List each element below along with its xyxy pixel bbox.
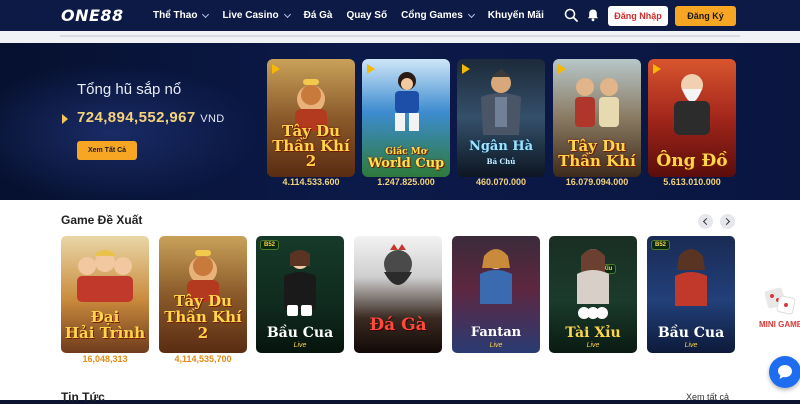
jackpot-game-card[interactable]: Giấc Mơ World Cup	[362, 59, 450, 177]
jackpot-amount: 724,894,552,967 VND	[77, 109, 225, 126]
dealer-icon	[284, 250, 316, 310]
jackpot-game-value: 16.079.094.000	[565, 177, 629, 187]
recommended-games-section: Game Đề Xuất Đại Hải Trình 16,048,313 Tây…	[0, 200, 800, 404]
play-icon	[367, 64, 375, 74]
game-card[interactable]: B52 Bầu Cua Live	[256, 236, 344, 353]
chevron-down-icon	[467, 10, 475, 18]
bell-icon[interactable]	[586, 8, 600, 22]
brand-logo[interactable]: ONE88	[61, 6, 124, 25]
nav-item-khuyen-mai[interactable]: Khuyến Mãi	[488, 10, 544, 21]
mini-games-label: MINI GAMES	[759, 320, 800, 329]
news-section-title: Tin Tức	[61, 390, 105, 404]
jackpot-game-value: 460.070.000	[475, 177, 527, 187]
game-card[interactable]: Đại Hải Trình	[61, 236, 149, 353]
rooster-icon	[384, 244, 412, 285]
jackpot-banner: Tổng hũ sắp nổ 724,894,552,967 VND Xem T…	[0, 43, 800, 200]
nav-item-quay-so[interactable]: Quay Số	[347, 10, 388, 21]
nav-item-cong-games[interactable]: Cổng Games	[401, 10, 475, 21]
jackpot-game-value: 4.114.533.600	[282, 177, 340, 187]
dice-icon	[287, 305, 312, 316]
login-button[interactable]: Đăng Nhập	[608, 6, 668, 26]
main-menu: Thể Thao Live Casino Đá Gà Quay Số Cổng …	[153, 0, 558, 31]
old-scholar-icon	[674, 74, 710, 135]
dealer-icon	[480, 249, 512, 304]
game-card[interactable]: Đá Gà	[354, 236, 442, 353]
nav-item-da-ga[interactable]: Đá Gà	[304, 10, 333, 21]
chevron-left-icon	[702, 217, 711, 226]
nav-item-live-casino[interactable]: Live Casino	[222, 10, 291, 21]
live-badge: B52	[260, 240, 280, 250]
divider-strip	[0, 31, 800, 43]
play-icon	[558, 64, 566, 74]
jackpot-title: Tổng hũ sắp nổ	[77, 81, 182, 98]
soccer-player-icon	[395, 72, 419, 131]
chevron-down-icon	[202, 10, 210, 18]
game-card[interactable]: Fantan Live	[452, 236, 540, 353]
scroll-right-button[interactable]	[720, 214, 735, 229]
jackpot-game-value: 1.247.825.000	[377, 177, 435, 187]
top-navbar: ONE88 Thể Thao Live Casino Đá Gà Quay Số…	[0, 0, 800, 31]
search-icon[interactable]	[564, 8, 578, 22]
news-view-all-link[interactable]: Xem tất cả	[686, 392, 729, 402]
play-icon	[272, 64, 280, 74]
jackpot-game-card[interactable]: Ngân Hà Bá Chủ	[457, 59, 545, 177]
mini-games-button[interactable]: MINI GAMES	[758, 285, 800, 337]
chat-icon	[778, 365, 792, 379]
section-title: Game Đề Xuất	[61, 213, 143, 227]
caret-right-icon	[62, 114, 68, 124]
game-card[interactable]: Tây Du Thần Khí 2	[159, 236, 247, 353]
jackpot-game-card[interactable]: Tây Du Thần Khí	[553, 59, 641, 177]
scroll-left-button[interactable]	[698, 214, 713, 229]
dealer-icon	[577, 249, 609, 304]
view-all-jackpot-button[interactable]: Xem Tất Cả	[77, 141, 137, 160]
register-button[interactable]: Đăng Ký	[675, 6, 736, 26]
chat-button[interactable]	[769, 356, 800, 388]
game-card[interactable]: Xỉu Tài Xỉu Live	[549, 236, 637, 353]
chevron-right-icon	[722, 217, 731, 226]
jackpot-game-card[interactable]: Tây Du Thần Khí 2	[267, 59, 355, 177]
jackpot-game-value: 5.613.010.000	[663, 177, 721, 187]
dice-icon	[578, 307, 608, 319]
game-jackpot-value: 4,114,535,700	[174, 354, 232, 364]
jackpot-game-card[interactable]: Ông Đồ	[648, 59, 736, 177]
heroes-icon	[575, 78, 619, 127]
game-jackpot-value: 16,048,313	[82, 354, 128, 364]
chevron-down-icon	[283, 10, 291, 18]
divider-line	[60, 35, 740, 37]
play-icon	[462, 64, 470, 74]
play-icon	[653, 64, 661, 74]
dealer-icon	[675, 249, 707, 306]
game-card[interactable]: B52 Bầu Cua Live	[647, 236, 735, 353]
nav-item-the-thao[interactable]: Thể Thao	[153, 10, 210, 21]
pirate-crew-icon	[77, 250, 133, 302]
warrior-icon	[481, 69, 521, 135]
